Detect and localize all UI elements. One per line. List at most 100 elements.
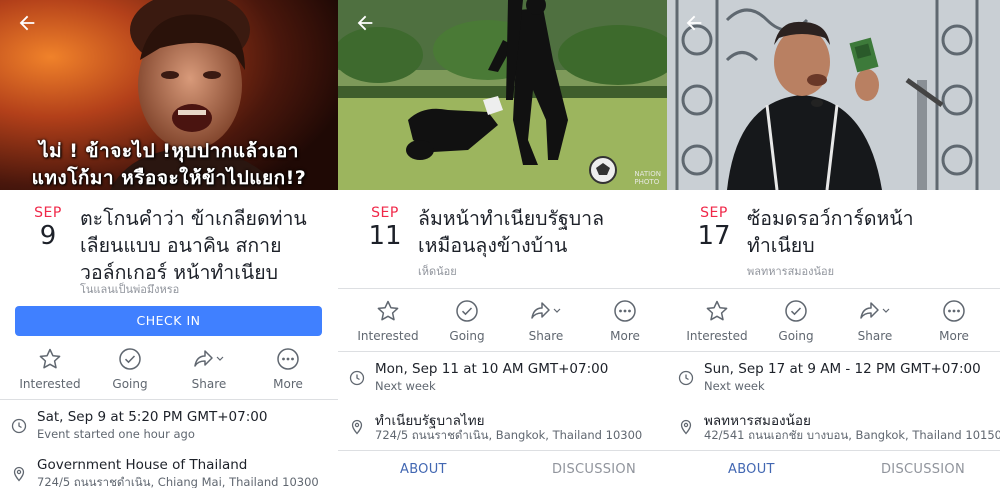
location-pin-icon bbox=[351, 419, 363, 435]
tab-discussion[interactable]: DISCUSSION bbox=[881, 462, 965, 477]
share-label: Share bbox=[857, 329, 893, 343]
interested-label: Interested bbox=[686, 329, 748, 343]
event-title-line: เลียนแบบ อนาคิน สกาย bbox=[80, 234, 282, 257]
event-title: ซ้อมดรอว์การ์ดหน้า ทำเนียบ bbox=[747, 205, 914, 259]
back-arrow-icon[interactable] bbox=[683, 12, 705, 34]
event-time: Mon, Sep 11 at 10 AM GMT+07:00 bbox=[375, 361, 609, 377]
more-dots-icon bbox=[614, 300, 636, 322]
event-address: 724/5 ถนนราชดำเนิน, Chiang Mai, Thailand… bbox=[37, 475, 319, 488]
event-title-line: เหมือนลุงข้างบ้าน bbox=[418, 234, 568, 257]
check-circle-icon bbox=[119, 348, 141, 370]
meme-line-1: ไม่ ! ข้าจะไป !หุบปากแล้วเอา bbox=[39, 140, 299, 162]
clock-icon bbox=[349, 370, 365, 386]
more-label: More bbox=[610, 329, 640, 343]
event-host[interactable]: พลทหารสมองน้อย bbox=[747, 262, 834, 280]
check-circle-icon bbox=[456, 300, 478, 322]
event-title-line: ล้มหน้าทำเนียบรัฐบาล bbox=[418, 207, 605, 230]
event-title: ตะโกนคำว่า ข้าเกลียดท่าน เลียนแบบ อนาคิน… bbox=[80, 205, 307, 286]
divider bbox=[667, 288, 1000, 289]
event-card-3: SEP 17 ซ้อมดรอว์การ์ดหน้า ทำเนียบ พลทหาร… bbox=[667, 0, 1000, 488]
share-icon bbox=[860, 302, 890, 319]
more-label: More bbox=[939, 329, 969, 343]
cover-image bbox=[667, 0, 1000, 190]
cover-photo bbox=[667, 0, 1000, 190]
cover-image bbox=[338, 0, 667, 190]
event-day: 17 bbox=[697, 221, 731, 251]
check-in-button[interactable]: CHECK IN bbox=[15, 306, 322, 336]
event-card-1: ไม่ ! ข้าจะไป !หุบปากแล้วเอา แทงโก้มา หร… bbox=[0, 0, 338, 488]
share-button[interactable]: Share bbox=[840, 299, 910, 343]
interested-label: Interested bbox=[19, 377, 81, 391]
clock-icon bbox=[11, 418, 27, 434]
divider bbox=[338, 351, 667, 352]
event-title-line: ตะโกนคำว่า ข้าเกลียดท่าน bbox=[80, 207, 307, 230]
event-month: SEP bbox=[371, 205, 399, 221]
back-arrow-icon[interactable] bbox=[16, 12, 38, 34]
event-month: SEP bbox=[700, 205, 728, 221]
event-address: 724/5 ถนนราชดำเนิน, Bangkok, Thailand 10… bbox=[375, 428, 643, 442]
going-button[interactable]: Going bbox=[761, 299, 831, 343]
event-date: SEP 9 bbox=[23, 205, 73, 251]
divider bbox=[667, 351, 1000, 352]
tab-about[interactable]: ABOUT bbox=[728, 462, 775, 477]
check-circle-icon bbox=[785, 300, 807, 322]
going-label: Going bbox=[112, 377, 148, 391]
going-button[interactable]: Going bbox=[95, 347, 165, 391]
cover-photo: NATION PHOTO bbox=[338, 0, 667, 190]
event-time: Sat, Sep 9 at 5:20 PM GMT+07:00 bbox=[37, 409, 268, 425]
interested-button[interactable]: Interested bbox=[682, 299, 752, 343]
event-host[interactable]: โนแลนเป็นพ่อมึงหรอ bbox=[80, 280, 179, 298]
divider bbox=[0, 399, 338, 400]
event-title: ล้มหน้าทำเนียบรัฐบาล เหมือนลุงข้างบ้าน bbox=[418, 205, 604, 259]
event-day: 9 bbox=[39, 221, 57, 251]
divider bbox=[338, 288, 667, 289]
event-date: SEP 17 bbox=[689, 205, 739, 251]
share-label: Share bbox=[528, 329, 564, 343]
more-button[interactable]: More bbox=[590, 299, 660, 343]
location-pin-icon bbox=[680, 419, 692, 435]
share-button[interactable]: Share bbox=[511, 299, 581, 343]
photo-watermark: NATION PHOTO bbox=[634, 170, 661, 186]
star-icon bbox=[706, 300, 728, 321]
more-button[interactable]: More bbox=[919, 299, 989, 343]
event-time: Sun, Sep 17 at 9 AM - 12 PM GMT+07:00 bbox=[704, 361, 981, 377]
interested-label: Interested bbox=[357, 329, 419, 343]
event-date: SEP 11 bbox=[360, 205, 410, 251]
event-month: SEP bbox=[34, 205, 62, 221]
tab-discussion[interactable]: DISCUSSION bbox=[552, 462, 636, 477]
event-address: 42/541 ถนนเอกชัย บางบอน, Bangkok, Thaila… bbox=[704, 428, 1000, 442]
event-time-status: Event started one hour ago bbox=[37, 427, 195, 441]
event-title-line: ทำเนียบ bbox=[747, 234, 815, 257]
more-button[interactable]: More bbox=[253, 347, 323, 391]
tab-about[interactable]: ABOUT bbox=[400, 462, 447, 477]
share-label: Share bbox=[191, 377, 227, 391]
cover-photo: ไม่ ! ข้าจะไป !หุบปากแล้วเอา แทงโก้มา หร… bbox=[0, 0, 338, 190]
more-dots-icon bbox=[277, 348, 299, 370]
back-arrow-icon[interactable] bbox=[354, 12, 376, 34]
event-time-status: Next week bbox=[704, 379, 765, 393]
meme-line-2: แทงโก้มา หรือจะให้ข้าไปแยก!? bbox=[31, 167, 307, 189]
share-button[interactable]: Share bbox=[174, 347, 244, 391]
going-label: Going bbox=[778, 329, 814, 343]
event-title-line: ซ้อมดรอว์การ์ดหน้า bbox=[747, 207, 914, 230]
interested-button[interactable]: Interested bbox=[15, 347, 85, 391]
event-day: 11 bbox=[368, 221, 402, 251]
divider bbox=[338, 450, 667, 451]
star-icon bbox=[39, 348, 61, 369]
divider bbox=[667, 450, 1000, 451]
going-label: Going bbox=[449, 329, 485, 343]
share-icon bbox=[194, 350, 224, 367]
interested-button[interactable]: Interested bbox=[353, 299, 423, 343]
star-icon bbox=[377, 300, 399, 321]
event-time-status: Next week bbox=[375, 379, 436, 393]
share-icon bbox=[531, 302, 561, 319]
location-pin-icon bbox=[13, 466, 25, 482]
event-host[interactable]: เห็ดน้อย bbox=[418, 262, 457, 280]
meme-caption: ไม่ ! ข้าจะไป !หุบปากแล้วเอา แทงโก้มา หร… bbox=[0, 138, 338, 190]
event-location[interactable]: Government House of Thailand bbox=[37, 457, 247, 473]
more-dots-icon bbox=[943, 300, 965, 322]
event-card-2: NATION PHOTO SEP 11 ล้มหน้าทำเนียบรัฐบาล… bbox=[338, 0, 667, 488]
going-button[interactable]: Going bbox=[432, 299, 502, 343]
clock-icon bbox=[678, 370, 694, 386]
more-label: More bbox=[273, 377, 303, 391]
